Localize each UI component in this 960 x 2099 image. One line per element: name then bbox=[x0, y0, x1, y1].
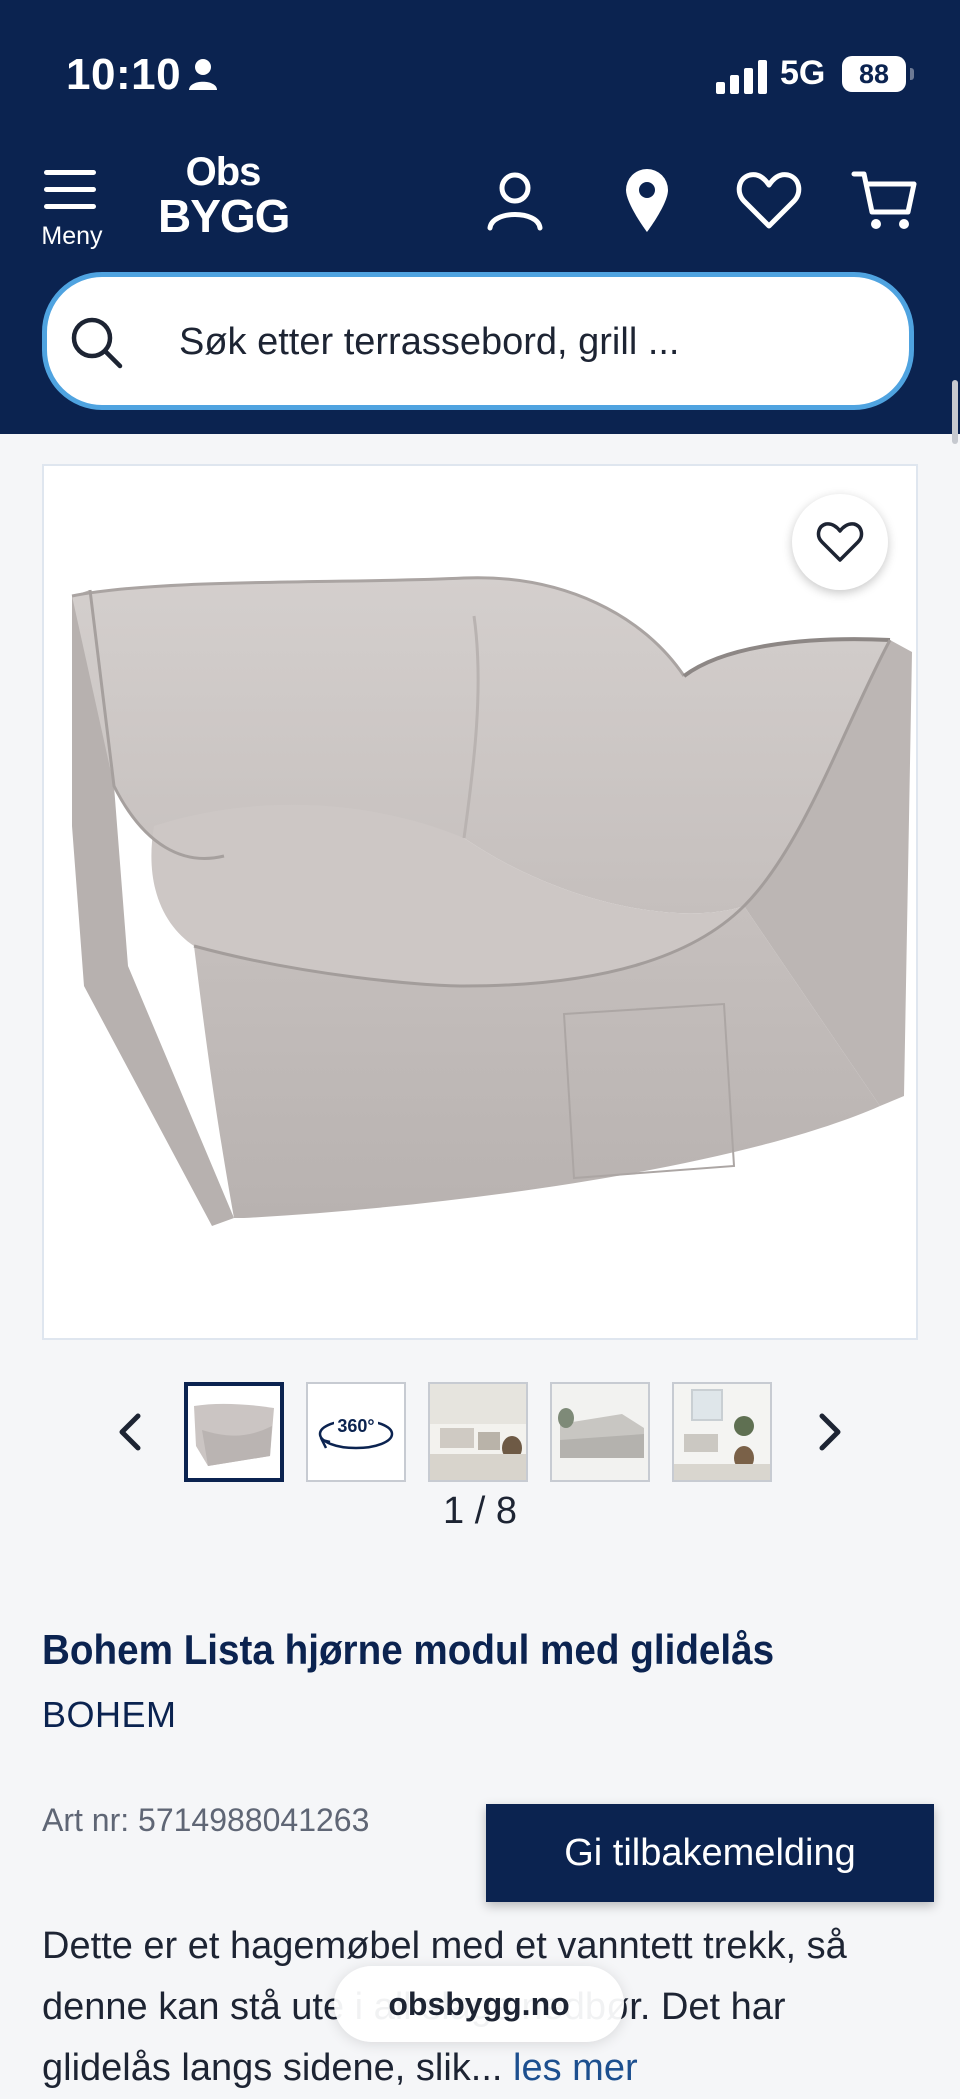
search-box[interactable] bbox=[42, 272, 914, 410]
product-title: Bohem Lista hjørne modul med glidelås bbox=[42, 1626, 775, 1673]
cart-icon[interactable] bbox=[850, 166, 920, 236]
360-view-icon: 360° bbox=[308, 1384, 404, 1480]
search-icon bbox=[69, 315, 125, 376]
heart-icon bbox=[816, 522, 864, 562]
person-icon bbox=[188, 58, 218, 95]
thumbnail-4[interactable] bbox=[550, 1382, 650, 1482]
menu-button[interactable]: Meny bbox=[34, 164, 110, 254]
search-input[interactable] bbox=[177, 307, 861, 377]
menu-label: Meny bbox=[41, 222, 103, 250]
scrollbar[interactable] bbox=[952, 380, 958, 444]
chevron-left-icon bbox=[119, 1413, 141, 1451]
patio-scene-thumbnail bbox=[674, 1384, 770, 1480]
network-type: 5G bbox=[780, 54, 826, 92]
store-location-icon[interactable] bbox=[612, 166, 682, 236]
account-icon[interactable] bbox=[480, 166, 550, 236]
product-brand[interactable]: BOHEM bbox=[42, 1694, 177, 1736]
status-bar: 10:10 5G 88 bbox=[0, 0, 960, 150]
thumbnail-3[interactable] bbox=[428, 1382, 528, 1482]
product-photo-chair bbox=[71, 576, 912, 1226]
read-more-link[interactable]: les mer bbox=[513, 2047, 638, 2089]
feedback-button[interactable]: Gi tilbakemelding bbox=[486, 1804, 934, 1902]
product-image[interactable] bbox=[42, 464, 918, 1340]
image-counter: 1 / 8 bbox=[443, 1490, 517, 1532]
thumbnail-1[interactable] bbox=[184, 1382, 284, 1482]
heart-icon[interactable] bbox=[734, 166, 804, 236]
wishlist-button[interactable] bbox=[792, 494, 888, 590]
thumbnail-360[interactable]: 360° bbox=[306, 1382, 406, 1482]
article-number: Art nr: 5714988041263 bbox=[42, 1802, 370, 1838]
hamburger-icon bbox=[44, 170, 96, 209]
battery-indicator: 88 bbox=[842, 56, 914, 92]
browser-url-bar[interactable]: obsbygg.no bbox=[334, 1966, 624, 2042]
chair-thumbnail bbox=[188, 1386, 280, 1478]
thumbnail-5[interactable] bbox=[672, 1382, 772, 1482]
signal-icon bbox=[716, 60, 768, 99]
next-image-button[interactable] bbox=[800, 1404, 856, 1460]
logo-top-text: Obs bbox=[185, 150, 262, 194]
status-time: 10:10 bbox=[66, 50, 182, 99]
logo-bottom-text: BYGG bbox=[158, 190, 290, 242]
site-header: 10:10 5G 88 Meny Obs BYGG bbox=[0, 0, 960, 434]
chevron-right-icon bbox=[819, 1413, 841, 1451]
sofa-scene-thumbnail bbox=[552, 1384, 648, 1480]
obs-bygg-logo[interactable]: Obs BYGG bbox=[158, 150, 290, 244]
svg-text:360°: 360° bbox=[337, 1416, 374, 1436]
previous-image-button[interactable] bbox=[104, 1404, 160, 1460]
lounge-scene-thumbnail bbox=[430, 1384, 526, 1480]
